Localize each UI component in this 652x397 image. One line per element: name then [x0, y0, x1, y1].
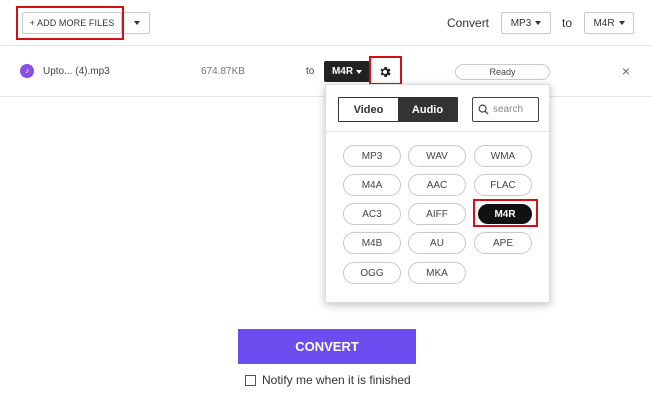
- file-name: Upto... (4).mp3: [43, 66, 110, 77]
- from-format-select[interactable]: MP3: [501, 12, 551, 34]
- chevron-down-icon: [133, 21, 140, 25]
- format-option-m4b[interactable]: M4B: [343, 232, 401, 254]
- top-toolbar: + ADD MORE FILES Convert MP3 to M4R: [0, 0, 652, 46]
- format-option-ape[interactable]: APE: [474, 232, 532, 254]
- from-format-value: MP3: [510, 17, 532, 29]
- format-option-flac[interactable]: FLAC: [474, 174, 532, 196]
- format-search-input[interactable]: [493, 104, 537, 115]
- format-option-mka[interactable]: MKA: [408, 262, 466, 284]
- format-dropdown-panel: Video Audio MP3 WAV WMA M4A AAC FLAC AC3…: [325, 84, 550, 303]
- close-icon[interactable]: ×: [619, 64, 633, 78]
- status-badge: Ready: [455, 64, 550, 80]
- chevron-down-icon: [535, 21, 542, 25]
- format-type-toggle: Video Audio: [338, 97, 458, 122]
- to-format-value: M4R: [593, 17, 615, 29]
- notify-label: Notify me when it is finished: [262, 373, 411, 387]
- row-to-label: to: [306, 66, 315, 77]
- format-panel-header: Video Audio: [326, 85, 549, 132]
- format-option-m4r[interactable]: M4R: [478, 204, 532, 224]
- format-option-aiff[interactable]: AIFF: [408, 203, 466, 225]
- add-files-dropdown-button[interactable]: [123, 12, 150, 34]
- to-format-select[interactable]: M4R: [584, 12, 634, 34]
- to-label: to: [562, 16, 573, 30]
- format-search-box: [472, 97, 539, 122]
- file-size: 674.87KB: [201, 66, 245, 77]
- target-format-button[interactable]: M4R: [324, 61, 370, 82]
- format-option-ac3[interactable]: AC3: [343, 203, 401, 225]
- format-option-mp3[interactable]: MP3: [343, 145, 401, 167]
- format-option-au[interactable]: AU: [408, 232, 466, 254]
- convert-button[interactable]: CONVERT: [238, 329, 416, 364]
- format-option-wav[interactable]: WAV: [408, 145, 466, 167]
- format-option-wma[interactable]: WMA: [474, 145, 532, 167]
- notify-checkbox[interactable]: [245, 374, 256, 386]
- gear-icon: [380, 66, 391, 77]
- tab-video[interactable]: Video: [339, 98, 398, 121]
- notify-option[interactable]: Notify me when it is finished: [245, 373, 411, 387]
- format-option-ogg[interactable]: OGG: [343, 262, 401, 284]
- chevron-down-icon: [356, 69, 363, 74]
- settings-gear-button[interactable]: [374, 61, 395, 82]
- format-option-m4a[interactable]: M4A: [343, 174, 401, 196]
- target-format-value: M4R: [331, 66, 354, 77]
- tab-audio[interactable]: Audio: [398, 98, 457, 121]
- music-file-icon: ♪: [20, 64, 34, 78]
- add-more-files-button[interactable]: + ADD MORE FILES: [22, 12, 122, 34]
- convert-label: Convert: [447, 16, 490, 30]
- format-option-aac[interactable]: AAC: [408, 174, 466, 196]
- chevron-down-icon: [618, 21, 625, 25]
- search-icon: [478, 104, 489, 115]
